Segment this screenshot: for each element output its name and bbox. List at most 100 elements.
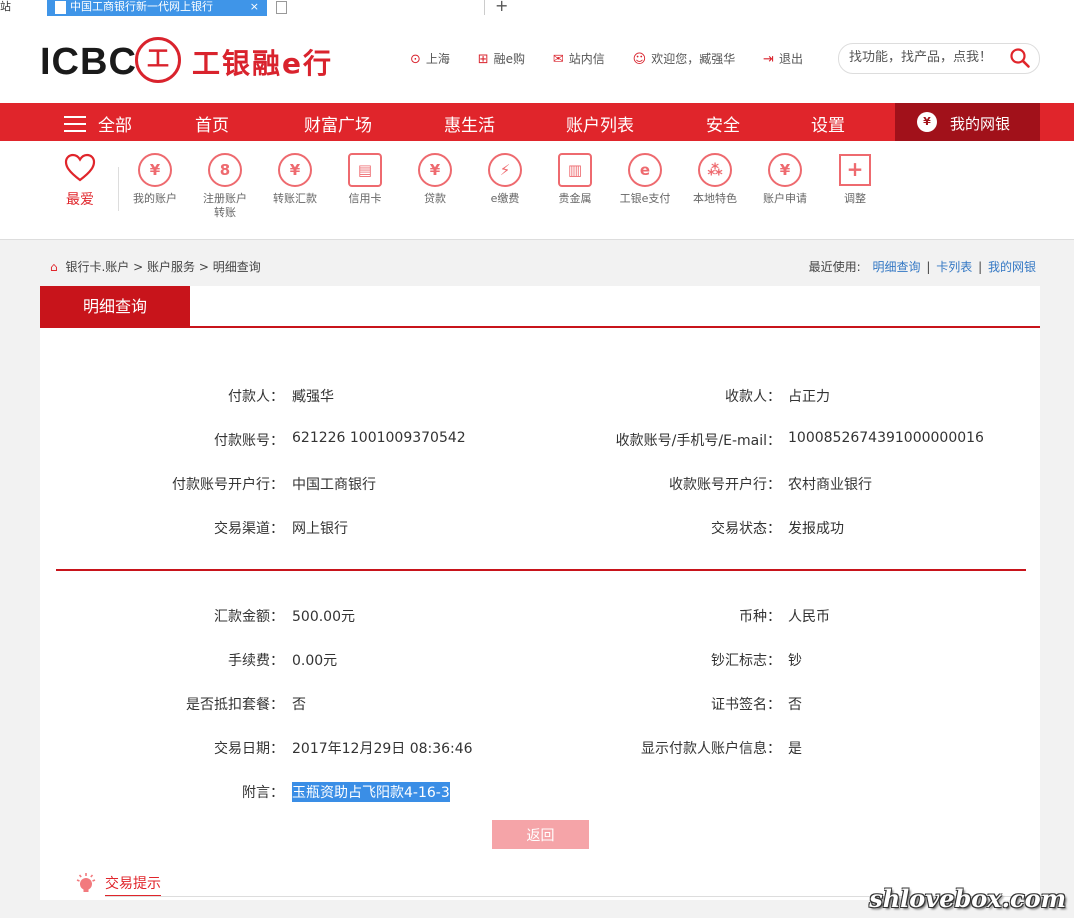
field-label: 收款账号开户行： [669,477,781,493]
field-label: 证书签名： [711,697,781,713]
certificate-signature: 否 [788,697,802,713]
transfer-icon: ¥ [278,153,312,187]
nav-all[interactable]: 全部 [64,111,132,136]
header-link-welcome[interactable]: ☺ 欢迎您，臧强华 [633,50,736,67]
field-label: 显示付款人账户信息： [641,741,781,757]
registered-transfer-icon: 8 [208,153,242,187]
brand-name: 工银融e行 [192,47,333,80]
cart-icon: ⊞ [477,52,489,67]
user-icon: ☺ [632,52,647,67]
remit-amount: 500.00元 [292,609,355,625]
recent-link-detail-query[interactable]: 明细查询 [873,260,921,274]
payer-account: 621226 1001009370542 [292,430,466,446]
tab-underline [40,326,1040,328]
browser-tab-strip: 站 中国工商银行新一代网上银行 × + [0,0,1074,17]
e-payment-icon: ⚡ [488,153,522,187]
site-header: ICBC 工 工银融e行 ⊙ 上海 ⊞ 融e购 ✉ 站内信 ☺ 欢迎您，臧强华 ⇥ 退出 [0,16,1074,103]
new-tab-icon[interactable]: + [495,0,508,15]
field-label: 手续费： [228,653,284,669]
page-icon [276,1,287,14]
nav-settings[interactable]: 设置 [811,111,845,136]
function-e-payment[interactable]: ⚡ e缴费 [470,153,540,206]
heart-icon [64,153,96,182]
field-label: 交易渠道： [214,521,284,537]
breadcrumb-item[interactable]: 银行卡.账户 [65,260,129,274]
field-label: 币种： [739,609,781,625]
loan-icon: ¥ [418,153,452,187]
function-transfer[interactable]: ¥ 转账汇款 [260,153,330,206]
function-local-feature[interactable]: ⁂ 本地特色 [680,153,750,206]
account-apply-icon: ¥ [768,153,802,187]
lightbulb-icon [76,873,96,892]
icbc-seal-logo: 工 [135,37,181,83]
function-precious-metal[interactable]: ▥ 贵金属 [540,153,610,206]
function-loan[interactable]: ¥ 贷款 [400,153,470,206]
browser-tab-title: 中国工商银行新一代网上银行 [70,0,213,13]
transaction-status: 发报成功 [788,521,844,537]
transaction-tips-label[interactable]: 交易提示 [105,873,161,897]
function-account-apply[interactable]: ¥ 账户申请 [750,153,820,206]
function-e-pay[interactable]: e 工银e支付 [610,153,680,206]
favorites[interactable]: 最爱 [60,153,100,209]
recent-link-card-list[interactable]: 卡列表 [936,260,972,274]
function-adjust[interactable]: + 调整 [820,153,890,206]
transaction-date: 2017年12月29日 08:36:46 [292,741,473,757]
show-payer-info: 是 [788,741,802,757]
cash-remit-flag: 钞 [788,653,802,669]
back-button[interactable]: 返回 [492,820,589,849]
nav-security[interactable]: 安全 [706,111,740,136]
nav-life[interactable]: 惠生活 [444,111,495,136]
header-link-messages[interactable]: ✉ 站内信 [553,50,605,67]
local-feature-icon: ⁂ [698,153,732,187]
browser-tab-partial[interactable]: 站 [0,0,11,14]
field-label: 付款账号开户行： [172,477,284,493]
header-link-city[interactable]: ⊙ 上海 [410,50,450,67]
remark-text[interactable]: 玉瓶资助占飞阳款4-16-3 [292,782,450,802]
search-box [838,43,1040,74]
header-link-mall[interactable]: ⊞ 融e购 [478,50,525,67]
payer-name: 臧强华 [292,389,334,405]
recent-link-my-bank[interactable]: 我的网银 [988,260,1036,274]
field-label: 交易状态： [711,521,781,537]
tab-detail-query[interactable]: 明细查询 [40,286,190,327]
icbc-logo[interactable]: ICBC [40,41,137,84]
field-label: 是否抵扣套餐： [186,697,284,713]
payee-bank: 农村商业银行 [788,477,872,493]
function-my-account[interactable]: ¥ 我的账户 [120,153,190,206]
logout-icon: ⇥ [763,52,774,67]
transaction-channel: 网上银行 [292,521,348,537]
function-bar: 最爱 ¥ 我的账户 8 注册账户转账 ¥ 转账汇款 ▤ 信用卡 ¥ 贷款 ⚡ e… [0,141,1074,240]
nav-wealth[interactable]: 财富广场 [304,111,372,136]
payee-account: 1000852674391000000016 [788,430,984,446]
header-link-logout[interactable]: ⇥ 退出 [763,50,803,67]
field-label: 收款人： [725,389,781,405]
e-pay-icon: e [628,153,662,187]
field-label: 付款账号： [214,433,284,449]
nav-home[interactable]: 首页 [195,111,229,136]
field-label: 付款人： [228,389,284,405]
divider [118,167,119,211]
watermark: shlovebox.com [869,884,1066,913]
breadcrumb-current: 明细查询 [212,260,261,274]
favorites-label: 最爱 [66,192,94,208]
function-registered-transfer[interactable]: 8 注册账户转账 [190,153,260,220]
field-label: 汇款金额： [214,609,284,625]
recently-used-label: 最近使用: [808,260,861,274]
menu-icon [64,116,86,132]
location-pin-icon: ⊙ [410,52,421,67]
field-label: 附言： [242,785,284,801]
home-icon[interactable]: ⌂ [50,260,58,274]
function-credit-card[interactable]: ▤ 信用卡 [330,153,400,206]
search-icon[interactable] [1009,47,1031,69]
close-tab-icon[interactable]: × [250,0,259,14]
breadcrumb: ⌂ 银行卡.账户 > 账户服务 > 明细查询 [50,260,261,274]
search-input[interactable] [849,50,999,65]
breadcrumb-item[interactable]: 账户服务 [147,260,195,274]
detail-panel: 明细查询 付款人： 臧强华 收款人： 占正力 付款账号： 621226 1001… [40,286,1040,855]
browser-tab-blank[interactable] [268,0,485,15]
fee: 0.00元 [292,653,338,669]
nav-my-bank[interactable]: ¥ 我的网银 [895,103,1040,141]
browser-tab-active[interactable]: 中国工商银行新一代网上银行 × [47,0,267,16]
nav-account-list[interactable]: 账户列表 [566,111,634,136]
section-divider [56,569,1026,571]
